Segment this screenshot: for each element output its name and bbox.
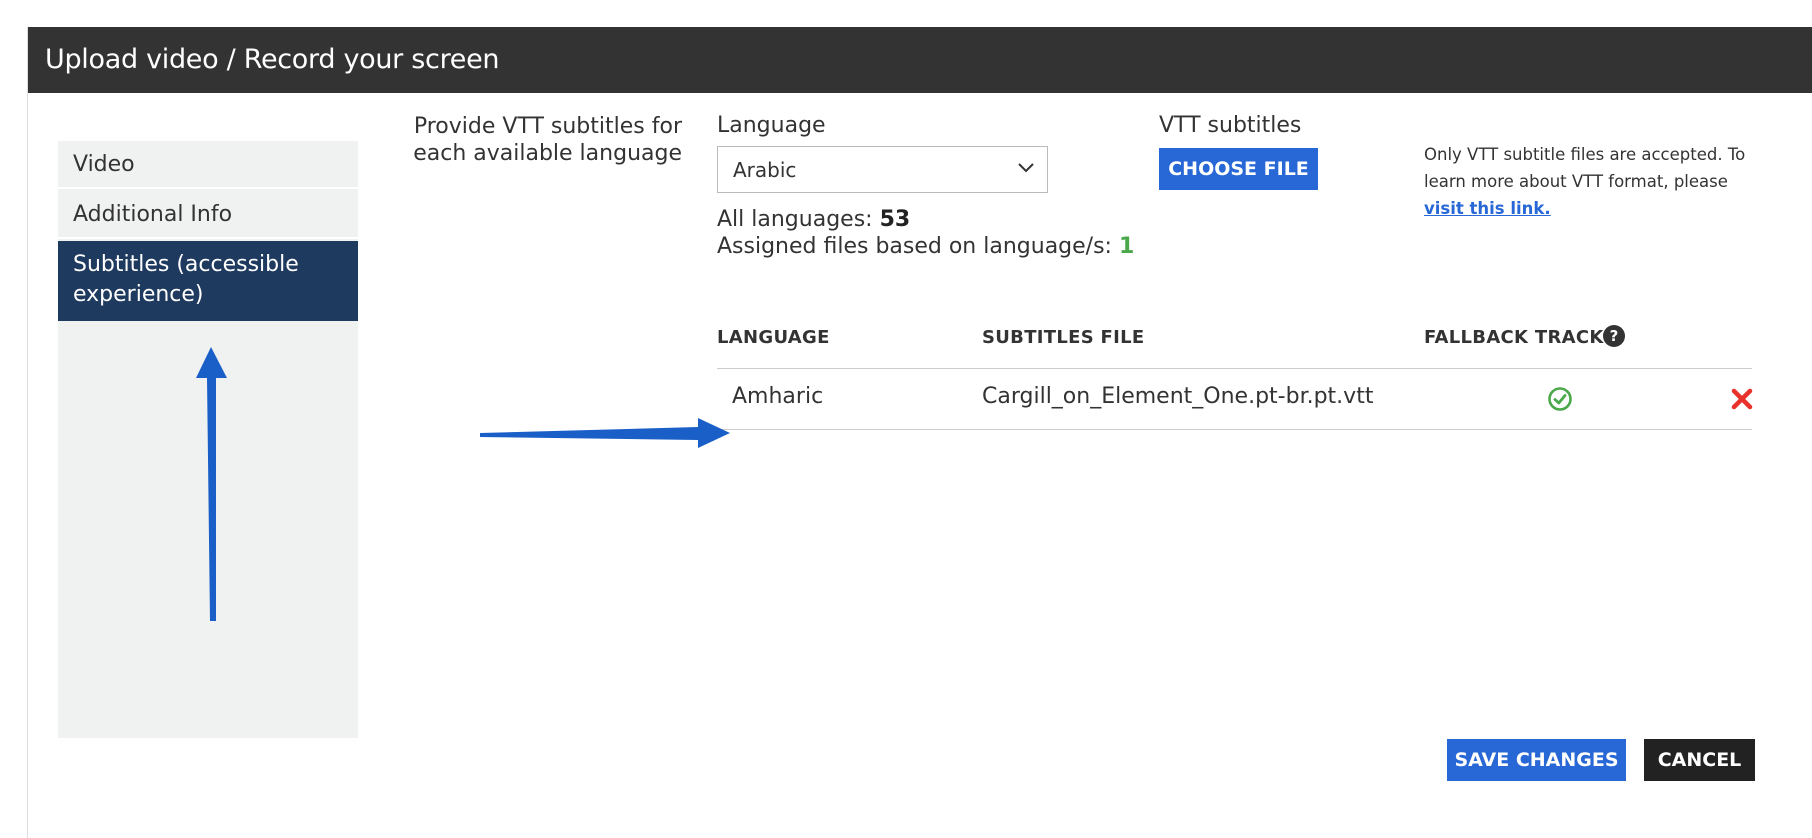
all-languages-label: All languages: — [717, 207, 880, 232]
column-header-subtitles-file: SUBTITLES FILE — [982, 327, 1145, 348]
vtt-note-text: Only VTT subtitle files are accepted. To… — [1424, 145, 1746, 191]
assigned-files-count: 1 — [1118, 234, 1135, 259]
help-icon[interactable]: ? — [1603, 325, 1625, 347]
table-divider — [717, 368, 1752, 369]
vtt-subtitles-label: VTT subtitles — [1159, 113, 1302, 138]
modal-title: Upload video / Record your screen — [45, 44, 500, 75]
row-language: Amharic — [732, 384, 824, 409]
vtt-info-link[interactable]: visit this link. — [1424, 199, 1551, 218]
sidebar-item-video[interactable]: Video — [58, 141, 358, 189]
cancel-button[interactable]: CANCEL — [1644, 739, 1755, 781]
sidebar-nav: Video Additional Info Subtitles (accessi… — [58, 141, 358, 738]
language-stats: All languages: 53 Assigned files based o… — [717, 206, 1134, 260]
subtitles-section-label: Provide VTT subtitles for each available… — [413, 114, 682, 166]
sidebar-item-subtitles[interactable]: Subtitles (accessible experience) — [58, 241, 358, 321]
table-row-divider — [717, 429, 1752, 430]
language-select[interactable]: Arabic — [717, 146, 1048, 193]
language-select-value: Arabic — [733, 158, 797, 182]
all-languages-count: 53 — [879, 207, 911, 232]
chevron-down-icon — [1018, 163, 1034, 173]
modal-header: Upload video / Record your screen — [28, 27, 1812, 93]
remove-icon[interactable] — [1730, 387, 1754, 411]
choose-file-button[interactable]: CHOOSE FILE — [1159, 148, 1318, 190]
sidebar-item-additional-info[interactable]: Additional Info — [58, 191, 358, 239]
all-languages-line: All languages: 53 — [717, 206, 1134, 233]
column-header-fallback-track: FALLBACK TRACK — [1424, 327, 1604, 348]
fallback-check-icon[interactable] — [1547, 386, 1573, 412]
column-header-language: LANGUAGE — [717, 327, 830, 348]
language-label: Language — [717, 113, 826, 138]
assigned-files-label: Assigned files based on language/s: — [717, 234, 1119, 259]
vtt-format-note: Only VTT subtitle files are accepted. To… — [1424, 141, 1764, 222]
row-subtitles-file: Cargill_on_Element_One.pt-br.pt.vtt — [982, 384, 1374, 409]
assigned-files-line: Assigned files based on language/s: 1 — [717, 233, 1134, 260]
save-changes-button[interactable]: SAVE CHANGES — [1447, 739, 1626, 781]
